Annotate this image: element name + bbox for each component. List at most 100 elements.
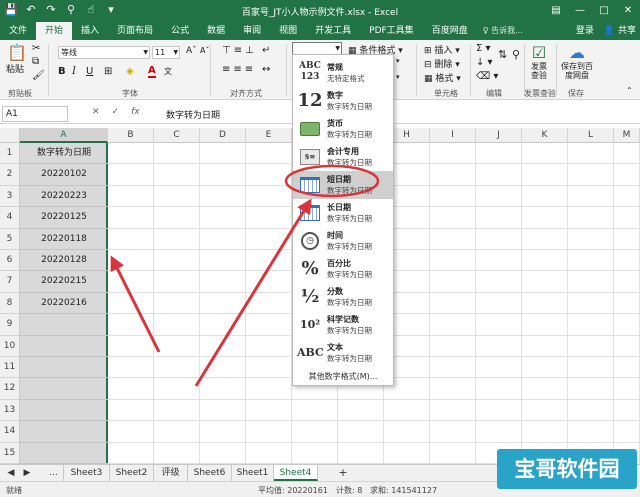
underline-button[interactable]: U (86, 66, 93, 77)
row-header[interactable]: 15 (0, 442, 20, 464)
cell-a6[interactable]: 20220128 (20, 250, 108, 272)
cell-a2[interactable]: 20220102 (20, 164, 108, 186)
cell-a5[interactable]: 20220118 (20, 229, 108, 250)
cell-a4[interactable]: 20220125 (20, 207, 108, 229)
column-header[interactable]: A (20, 128, 108, 143)
borders-icon[interactable]: ⊞ (104, 66, 112, 77)
cell-a11[interactable] (20, 357, 108, 379)
name-box[interactable]: A1 (2, 106, 68, 122)
confirm-icon[interactable]: ✓ (112, 107, 120, 117)
maximize-icon[interactable]: □ (592, 0, 616, 22)
wrap-text-icon[interactable]: ↵ (262, 45, 270, 56)
increase-font-icon[interactable]: Aˆ (186, 46, 197, 56)
italic-button[interactable]: I (72, 66, 76, 77)
column-header[interactable]: C (154, 128, 200, 143)
number-format-option[interactable]: 12 数字 数字转为日期 (293, 87, 393, 115)
tab-data[interactable]: 数据 (198, 22, 234, 40)
column-header[interactable]: J (476, 128, 522, 143)
number-format-option[interactable]: 货币 数字转为日期 (293, 115, 393, 143)
column-header[interactable]: L (568, 128, 614, 143)
number-format-option[interactable]: ◷ 时间 数字转为日期 (293, 227, 393, 255)
save-baidu-button[interactable]: ☁ 保存到百度网盘 (560, 44, 594, 81)
share-button[interactable]: 👤 共享 (604, 22, 636, 40)
number-format-option[interactable]: 短日期 数字转为日期 (293, 171, 393, 199)
row-header[interactable]: 9 (0, 314, 20, 336)
sheet-tab-active[interactable]: Sheet4 (274, 465, 318, 481)
number-format-option[interactable]: ABC 123 常规 无特定格式 (293, 59, 393, 87)
fill-color-icon[interactable]: ◈ (126, 66, 134, 77)
ribbon-display-icon[interactable]: ▤ (544, 0, 568, 22)
column-header[interactable]: B (108, 128, 154, 143)
row-header[interactable]: 1 (0, 143, 20, 165)
font-name-combo[interactable]: 等线 ▼ (58, 46, 150, 59)
row-header[interactable]: 14 (0, 421, 20, 443)
column-header[interactable]: D (200, 128, 246, 143)
insert-function-icon[interactable]: fx (131, 107, 140, 117)
tab-insert[interactable]: 插入 (72, 22, 108, 40)
column-header[interactable]: K (522, 128, 568, 143)
vertical-align-icons[interactable]: ⊤≡⊥ (222, 45, 257, 56)
tab-pdf-tools[interactable]: PDF工具集 (360, 22, 423, 40)
close-icon[interactable]: ✕ (616, 0, 640, 22)
phonetic-icon[interactable]: 文 (164, 66, 172, 77)
row-header[interactable]: 13 (0, 399, 20, 422)
sheet-tab[interactable]: 评级 (154, 465, 188, 481)
format-painter-icon[interactable]: 🖌 (32, 70, 45, 81)
collapse-ribbon-icon[interactable]: ⌃ (626, 86, 633, 95)
row-header[interactable]: 11 (0, 357, 20, 379)
sort-filter-icon[interactable]: ⇅ (498, 48, 507, 61)
minimize-icon[interactable]: — (568, 0, 592, 22)
more-number-formats-link[interactable]: 其他数字格式(M)... (293, 371, 393, 382)
column-header[interactable]: I (430, 128, 476, 143)
cell-a10[interactable] (20, 336, 108, 357)
row-header[interactable]: 2 (0, 164, 20, 186)
cell-a9[interactable] (20, 314, 108, 336)
column-header[interactable]: E (246, 128, 292, 143)
cell-a8[interactable]: 20220216 (20, 293, 108, 315)
tab-formulas[interactable]: 公式 (162, 22, 198, 40)
row-header[interactable]: 12 (0, 378, 20, 400)
clear-icon[interactable]: ⌫ ▾ (476, 71, 498, 82)
prev-sheet-icon[interactable]: ◀ (4, 465, 18, 481)
row-header[interactable]: 7 (0, 271, 20, 293)
bold-button[interactable]: B (58, 66, 66, 77)
tab-page-layout[interactable]: 页面布局 (108, 22, 162, 40)
number-format-option[interactable]: $≡ 会计专用 数字转为日期 (293, 143, 393, 171)
add-sheet-button[interactable]: + (334, 465, 352, 481)
tab-review[interactable]: 审阅 (234, 22, 270, 40)
cell-a15[interactable] (20, 443, 108, 464)
cell-a14[interactable] (20, 421, 108, 443)
horizontal-align-icons[interactable]: ≡≡≡ (222, 64, 256, 75)
next-sheet-icon[interactable]: ▶ (20, 465, 34, 481)
cell-a13[interactable] (20, 400, 108, 422)
tab-file[interactable]: 文件 (0, 22, 36, 40)
number-format-option[interactable]: % 百分比 数字转为日期 (293, 255, 393, 283)
font-size-combo[interactable]: 11 ▼ (152, 46, 180, 59)
format-cells-button[interactable]: ▦ 格式 ▾ (424, 71, 461, 84)
formula-input[interactable]: 数字转为日期 (166, 108, 220, 121)
find-select-icon[interactable]: ⚲ (512, 48, 520, 61)
invoice-check-button[interactable]: ☑ 发票查验 (528, 44, 550, 81)
cell-a3[interactable]: 20220223 (20, 186, 108, 208)
cell-a1[interactable]: 数字转为日期 (20, 143, 108, 165)
autosum-icon[interactable]: Σ ▾ (476, 43, 491, 54)
sheet-tab[interactable]: Sheet1 (232, 465, 274, 481)
fill-icon[interactable]: ↓ ▾ (476, 57, 493, 68)
login-link[interactable]: 登录 (576, 22, 594, 40)
sheet-tab[interactable]: Sheet2 (110, 465, 154, 481)
number-format-option[interactable]: 10² 科学记数 数字转为日期 (293, 311, 393, 339)
row-header[interactable]: 4 (0, 207, 20, 229)
font-color-button[interactable]: A (148, 65, 156, 78)
copy-icon[interactable]: ⧉ (32, 56, 39, 67)
tab-view[interactable]: 视图 (270, 22, 306, 40)
row-header[interactable]: 6 (0, 250, 20, 272)
cell-a12[interactable] (20, 378, 108, 400)
row-header[interactable]: 8 (0, 292, 20, 315)
tab-baidu-netdisk[interactable]: 百度网盘 (423, 22, 477, 40)
chevron-down-icon[interactable]: ▾ (396, 73, 400, 81)
cancel-icon[interactable]: ✕ (92, 107, 100, 117)
more-sheets-button[interactable]: ... (44, 465, 64, 481)
number-format-option[interactable]: ½ 分数 数字转为日期 (293, 283, 393, 311)
column-header[interactable]: M (614, 128, 640, 143)
row-header[interactable]: 5 (0, 228, 20, 250)
